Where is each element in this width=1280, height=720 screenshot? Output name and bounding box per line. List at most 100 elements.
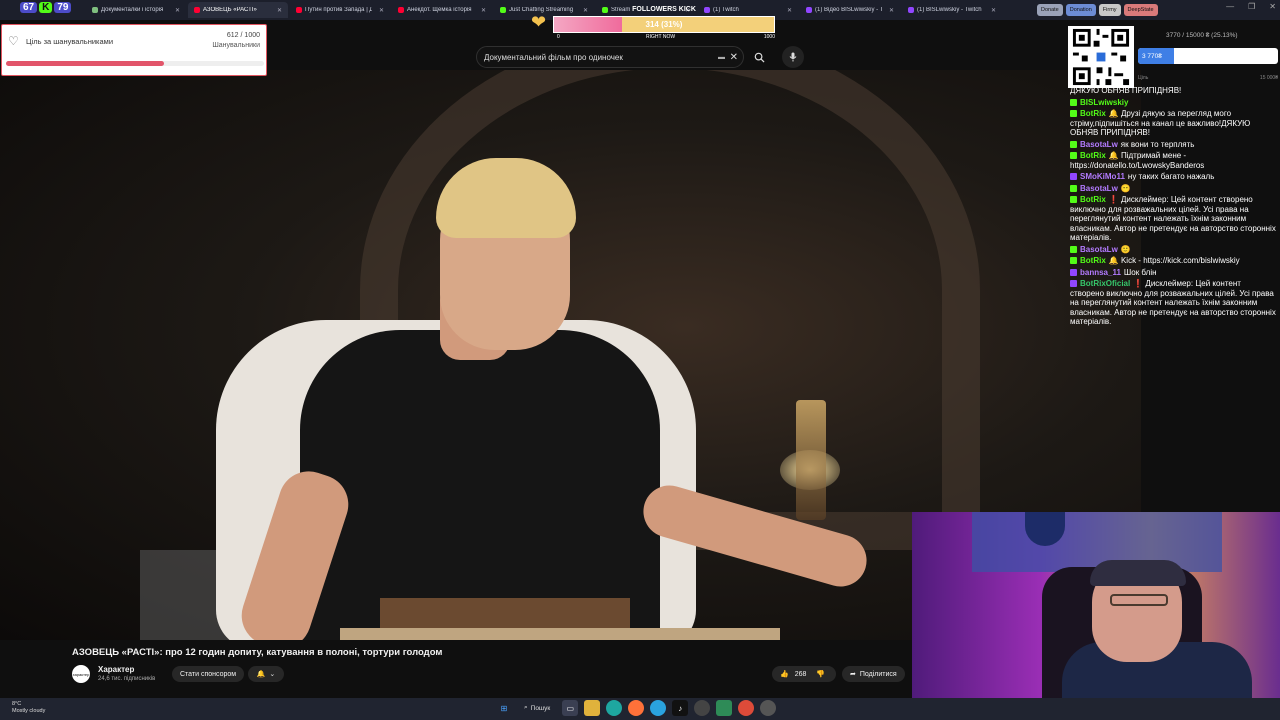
keyboard-icon[interactable]: ▬ (718, 54, 725, 61)
follower-goal-title: Ціль за шанувальниками (26, 37, 114, 46)
browser-tab[interactable]: Анекдот. Щемка історія ✕ (392, 2, 492, 18)
chat-username[interactable]: BISLwiwskiy (1080, 98, 1128, 107)
tab-label: Путин против Запада | Д (305, 7, 372, 13)
tiktok-icon[interactable]: ♪ (672, 700, 689, 716)
search-input[interactable]: Документальний фільм про одиночек ▬ ✕ (476, 46, 744, 68)
chat-username[interactable]: BotRix (1080, 195, 1106, 204)
video-scene-lamp (796, 400, 826, 520)
browser-tab[interactable]: АЗОВЕЦЬ «РАСТІ» ✕ (188, 2, 288, 18)
thumbs-down-icon[interactable]: 👎 (816, 670, 825, 678)
close-tab-icon[interactable]: ✕ (277, 7, 282, 14)
bookmark-pill[interactable]: Firmy (1098, 4, 1121, 16)
telegram-icon[interactable] (650, 700, 667, 716)
clear-search-icon[interactable]: ✕ (730, 52, 738, 63)
bookmark-pill[interactable]: DeepState (1123, 4, 1158, 16)
windows-taskbar: 8°C Mostly cloudy ⊞ ⌕ Пошук ▭ ♪ (0, 698, 1280, 720)
maximize-button[interactable]: ❐ (1248, 2, 1255, 11)
channel-name[interactable]: Характер (98, 665, 134, 674)
chat-message: BotRixOficial ❗ Дисклеймер: Цей контент с… (1070, 279, 1276, 327)
search-icon: ⌕ (524, 704, 528, 711)
obs-icon[interactable] (694, 700, 711, 716)
search-icon (754, 52, 765, 63)
close-window-button[interactable]: ✕ (1269, 2, 1276, 11)
chat-message: BotRix 🔔 Друзі дякую за перегляд мого стр… (1070, 109, 1276, 138)
twitch-badge-icon (1070, 268, 1077, 276)
chevron-down-icon: ⌄ (269, 671, 276, 678)
chat-username[interactable]: BotRix (1080, 109, 1106, 118)
close-tab-icon[interactable]: ✕ (991, 7, 996, 14)
minimize-button[interactable]: — (1226, 2, 1234, 11)
search-input-value: Документальний фільм про одиночек (484, 52, 623, 62)
bookmark-pill[interactable]: Donate (1037, 4, 1063, 16)
chat-username[interactable]: BasotaLw (1080, 245, 1118, 254)
window-controls: — ❐ ✕ (1226, 2, 1276, 11)
close-tab-icon[interactable]: ✕ (379, 7, 384, 14)
voice-search-button[interactable] (782, 46, 804, 68)
browser-tab[interactable]: Путин против Запада | Д ✕ (290, 2, 390, 18)
channel-avatar[interactable]: характер (72, 665, 90, 683)
close-tab-icon[interactable]: ✕ (481, 7, 486, 14)
firefox-icon[interactable] (628, 700, 645, 716)
screen: 67 K 79 Документалки і історія ✕ АЗОВЕЦЬ «… (0, 0, 1280, 720)
follower-goal-widget: ♡ Ціль за шанувальниками 612 / 1000 Шану… (1, 24, 267, 76)
chat-username[interactable]: SMoKiMo11 (1080, 172, 1125, 181)
counter-mid: K (39, 2, 53, 13)
taskbar-search-label: Пошук (530, 704, 551, 712)
kick-badge-icon (1070, 184, 1077, 192)
chat-username[interactable]: BotRix (1080, 151, 1106, 160)
heart-icon: ♡ (8, 34, 19, 48)
chat-message: BotRix 🔔 Підтримай мене - https://donatel… (1070, 151, 1276, 170)
bookmark-pill[interactable]: Donation (1065, 4, 1096, 16)
chat-username[interactable]: BotRix (1080, 256, 1106, 265)
kick-followers-value: 314 (31%) (645, 20, 683, 29)
app-icon[interactable] (760, 700, 777, 716)
edge-icon[interactable] (606, 700, 623, 716)
chat-text: як вони то терплять (1120, 139, 1195, 149)
qr-code-image (1070, 26, 1132, 88)
share-button[interactable]: ➦ Поділитися (842, 666, 905, 682)
chat-text: 😶 (1120, 183, 1131, 193)
video-title: АЗОВЕЦЬ «РАСТІ»: про 12 годин допиту, ка… (72, 647, 443, 658)
close-tab-icon[interactable]: ✕ (889, 7, 894, 14)
kick-followers-now: RIGHT NOW (646, 34, 676, 40)
tab-label: (1) BISLwiwskiy - Twitch (917, 7, 982, 13)
donation-goal-widget: 3770 / 15000 ₴ (25.13%) 3 770₴ Ціль 15 0… (1138, 28, 1278, 86)
browser-tab[interactable]: (1) BISLwiwskiy - Twitch ✕ (902, 2, 1002, 18)
task-view-icon[interactable]: ▭ (562, 700, 579, 716)
donation-goal-text: 3770 / 15000 ₴ (25.13%) (1166, 32, 1238, 39)
start-icon[interactable]: ⊞ (496, 700, 512, 716)
chat-username[interactable]: bannsa_11 (1080, 268, 1121, 277)
taskbar-apps: ⊞ ⌕ Пошук ▭ ♪ (496, 700, 777, 716)
chat-username[interactable]: BotRixOficial (1080, 279, 1130, 288)
spreadsheet-icon[interactable] (716, 700, 733, 716)
like-dislike-group[interactable]: 👍 268 👎 (772, 666, 836, 682)
kick-badge-icon (1070, 245, 1077, 253)
close-tab-icon[interactable]: ✕ (175, 7, 180, 14)
chrome-icon[interactable] (738, 700, 755, 716)
join-button[interactable]: Стати спонсором (172, 666, 245, 682)
webcam-wall-panel (972, 512, 1222, 572)
browser-tab[interactable]: Документалки і історія ✕ (86, 2, 186, 18)
kick-followers-widget: ❤ FOLLOWERS KICK 314 (31%) 0 RIGHT NOW 1… (531, 3, 775, 41)
tab-favicon-icon (296, 7, 302, 13)
taskbar-search[interactable]: ⌕ Пошук (518, 700, 556, 716)
file-explorer-icon[interactable] (584, 700, 601, 716)
chat-message: BasotaLw як вони то терплять (1070, 140, 1276, 150)
tab-favicon-icon (398, 7, 404, 13)
kick-badge-icon (1070, 152, 1077, 159)
chat-username[interactable]: BasotaLw (1080, 140, 1118, 149)
search-button[interactable] (747, 46, 771, 68)
weather-widget[interactable]: 8°C Mostly cloudy (12, 701, 45, 715)
counter-right: 79 (54, 2, 72, 13)
tab-label: Документалки і історія (101, 7, 164, 13)
browser-tab[interactable]: (1) Відео BISLwiwskiy - T ✕ (800, 2, 900, 18)
notifications-button[interactable]: 🔔 ⌄ (248, 666, 284, 682)
kick-badge-icon (1070, 257, 1077, 264)
thumbs-up-icon[interactable]: 👍 (780, 670, 789, 678)
video-scene-person-pants (340, 628, 780, 640)
close-tab-icon[interactable]: ✕ (787, 7, 792, 14)
chat-message: BISLwiwskiy (1070, 98, 1276, 108)
chat-username[interactable]: BasotaLw (1080, 184, 1118, 193)
tab-favicon-icon (500, 7, 506, 13)
donation-goal-track: 3 770₴ (1138, 48, 1278, 64)
